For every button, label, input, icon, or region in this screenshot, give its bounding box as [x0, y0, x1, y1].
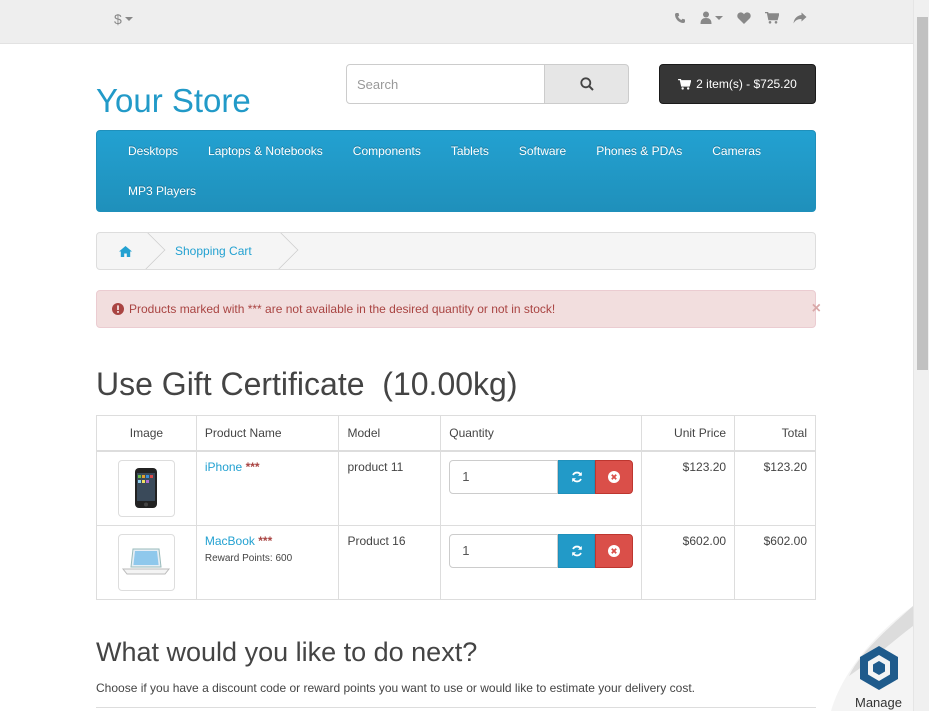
chevron-down-icon — [715, 15, 723, 20]
cart-total-label: 2 item(s) - $725.20 — [696, 77, 797, 91]
menu-item-software[interactable]: Software — [504, 131, 581, 171]
remove-button[interactable] — [595, 459, 634, 494]
share-icon[interactable] — [793, 12, 807, 24]
cart-icon[interactable] — [765, 11, 779, 24]
scrollbar-thumb[interactable] — [917, 17, 928, 370]
macbook-image — [122, 548, 171, 575]
product-thumbnail-macbook[interactable] — [117, 533, 175, 591]
refresh-icon — [571, 471, 582, 482]
line-total: $602.00 — [734, 524, 816, 600]
unit-price: $123.20 — [641, 450, 736, 526]
product-link[interactable]: MacBook — [205, 534, 255, 548]
quantity-group — [449, 533, 634, 568]
update-button[interactable] — [558, 459, 596, 494]
manage-label[interactable]: Manage — [855, 695, 902, 710]
search-button[interactable] — [545, 64, 629, 104]
menu-item-tablets[interactable]: Tablets — [436, 131, 504, 171]
top-bar: $ — [0, 0, 913, 44]
menu-item-desktops[interactable]: Desktops — [113, 131, 193, 171]
currency-symbol: $ — [114, 11, 122, 27]
phone-icon[interactable] — [674, 12, 686, 24]
column-header-total: Total — [734, 415, 816, 452]
breadcrumb-current-label: Shopping Cart — [175, 244, 252, 258]
top-links — [674, 11, 807, 24]
unit-price: $602.00 — [641, 524, 736, 600]
breadcrumb-separator — [259, 233, 299, 269]
close-icon[interactable]: × — [812, 300, 821, 318]
remove-icon — [608, 544, 621, 557]
reward-points: Reward Points: 600 — [204, 552, 293, 564]
store-logo[interactable]: Your Store — [96, 82, 251, 120]
search-icon — [579, 77, 594, 91]
cart-total-button[interactable]: 2 item(s) - $725.20 — [659, 64, 816, 104]
quantity-input[interactable] — [449, 533, 559, 568]
page-title: Use Gift Certificate (10.00kg) — [96, 366, 518, 402]
product-link[interactable]: iPhone — [205, 460, 242, 474]
line-total: $123.20 — [734, 450, 816, 526]
breadcrumb-home[interactable] — [97, 233, 166, 269]
remove-button[interactable] — [595, 533, 634, 568]
table-row: iPhone *** product 11 $123.20 $123.20 — [96, 450, 816, 526]
menu-item-cameras[interactable]: Cameras — [697, 131, 776, 171]
home-icon — [118, 245, 132, 257]
refresh-icon — [571, 545, 582, 556]
heart-icon[interactable] — [737, 11, 751, 24]
user-icon[interactable] — [700, 11, 723, 24]
column-header-model: Model — [338, 415, 442, 452]
quantity-input[interactable] — [449, 459, 559, 494]
iphone-image — [135, 468, 158, 508]
table-header-row: Image Product Name Model Quantity Unit P… — [96, 415, 816, 452]
scrollbar[interactable] — [913, 0, 929, 711]
menu-item-laptops[interactable]: Laptops & Notebooks — [193, 131, 338, 171]
update-button[interactable] — [558, 533, 596, 568]
chevron-down-icon — [124, 17, 133, 21]
cart-icon — [678, 78, 692, 90]
product-model: product 11 — [338, 450, 442, 526]
menu-item-mp3[interactable]: MP3 Players — [113, 171, 211, 211]
search-input[interactable] — [346, 64, 545, 104]
menu-item-components[interactable]: Components — [338, 131, 436, 171]
column-header-quantity: Quantity — [440, 415, 643, 452]
quantity-group — [449, 459, 634, 494]
currency-dropdown[interactable]: $ — [114, 11, 133, 27]
product-thumbnail-iphone[interactable] — [117, 459, 175, 517]
search-bar — [346, 64, 629, 104]
column-header-image: Image — [96, 415, 197, 452]
column-header-unit-price: Unit Price — [641, 415, 736, 452]
divider — [96, 707, 816, 711]
remove-icon — [608, 470, 621, 483]
table-row: MacBook *** Reward Points: 600 Product 1… — [96, 524, 816, 600]
product-model: Product 16 — [338, 524, 442, 600]
next-steps-heading: What would you like to do next? — [96, 637, 478, 667]
main-menu: Desktops Laptops & Notebooks Components … — [96, 130, 816, 212]
out-of-stock-marker: *** — [245, 459, 260, 474]
menu-item-phones[interactable]: Phones & PDAs — [581, 131, 697, 171]
cart-table: Image Product Name Model Quantity Unit P… — [96, 415, 816, 600]
breadcrumb: Shopping Cart — [96, 232, 816, 270]
breadcrumb-shopping-cart[interactable]: Shopping Cart — [153, 233, 299, 269]
out-of-stock-marker: *** — [258, 533, 273, 548]
next-steps-description: Choose if you have a discount code or re… — [96, 681, 695, 695]
exclamation-circle-icon — [112, 303, 124, 315]
alert-text: Products marked with *** are not availab… — [129, 302, 556, 316]
column-header-name: Product Name — [195, 415, 340, 452]
stock-warning-alert: Products marked with *** are not availab… — [96, 290, 821, 328]
